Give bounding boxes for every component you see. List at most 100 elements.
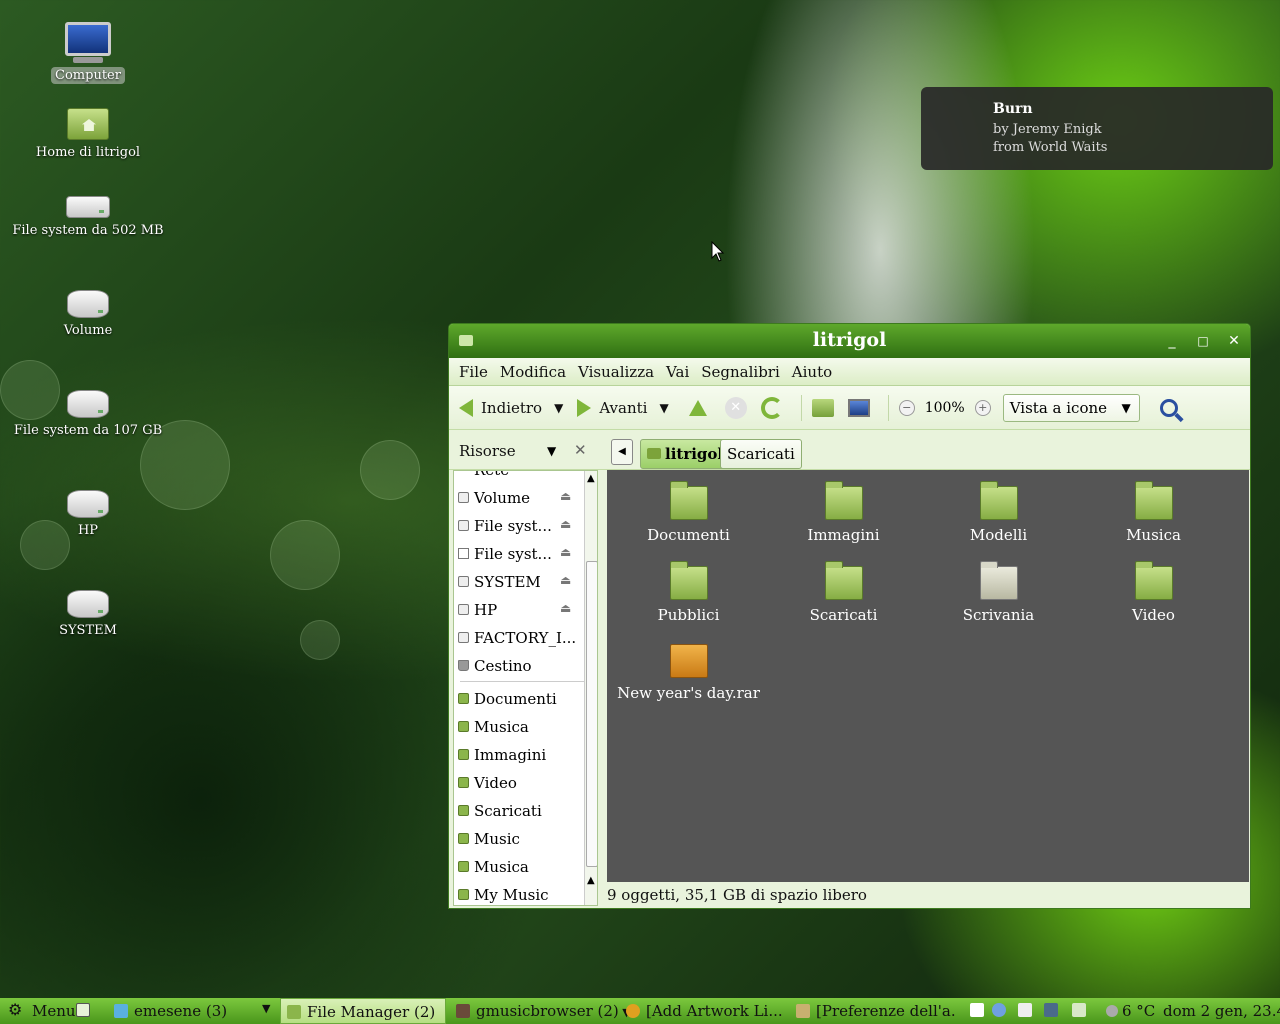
scrollbar-thumb[interactable] xyxy=(586,561,597,867)
file-item-archive[interactable]: New year's day.rar xyxy=(611,644,766,702)
sidebar-item-fs1[interactable]: File syst... ⏏ xyxy=(454,511,597,539)
file-item-video[interactable]: Video xyxy=(1076,561,1231,624)
up-button[interactable] xyxy=(688,399,707,416)
clock[interactable]: dom 2 gen, 23.47 xyxy=(1163,1002,1280,1020)
sidebar-bookmark[interactable]: Video xyxy=(454,768,597,796)
file-item-scrivania[interactable]: Scrivania xyxy=(921,561,1076,624)
drive-icon xyxy=(67,390,109,418)
search-icon[interactable] xyxy=(1159,398,1178,417)
temperature[interactable]: 6 °C xyxy=(1122,1002,1155,1020)
menu-file[interactable]: File xyxy=(453,358,494,385)
side-pane-selector[interactable]: Risorse xyxy=(459,442,516,460)
file-icon-view[interactable]: Documenti Immagini Modelli Musica Pubbli… xyxy=(607,470,1249,882)
back-button[interactable]: Indietro ▼ xyxy=(459,398,563,417)
sidebar-bookmark[interactable]: Musica xyxy=(454,852,597,880)
main-menu-button[interactable]: Menu xyxy=(32,1002,76,1020)
window-titlebar[interactable]: litrigol _ □ ✕ xyxy=(449,324,1250,358)
desktop-icon-system[interactable]: SYSTEM xyxy=(8,590,168,639)
menu-aiuto[interactable]: Aiuto xyxy=(786,358,838,385)
eject-icon[interactable]: ⏏ xyxy=(560,545,571,559)
scroll-down-icon[interactable]: ▲ xyxy=(587,875,595,886)
file-item-scaricati[interactable]: Scaricati xyxy=(766,561,921,624)
file-label: Scrivania xyxy=(962,606,1035,624)
eject-icon[interactable]: ⏏ xyxy=(560,517,571,531)
drive-icon xyxy=(458,576,469,587)
file-label: New year's day.rar xyxy=(617,684,760,702)
sidebar-scrollbar[interactable]: ▲ ▲ xyxy=(584,471,597,905)
sidebar-bookmark[interactable]: My Music xyxy=(454,880,597,905)
file-item-immagini[interactable]: Immagini xyxy=(766,481,921,544)
task-add-artwork[interactable]: [Add Artwork Li... xyxy=(626,998,786,1024)
crumb-scaricati[interactable]: Scaricati xyxy=(720,439,802,469)
sidebar-item-label: SYSTEM xyxy=(474,573,541,591)
sidebar-item-fs2[interactable]: File syst... ⏏ xyxy=(454,539,597,567)
task-file-manager[interactable]: File Manager (2) xyxy=(280,998,446,1024)
close-sidepane-icon[interactable]: ✕ xyxy=(574,441,587,459)
view-mode-select[interactable]: Vista a icone ▼ xyxy=(1002,393,1140,422)
forward-history-dropdown[interactable]: ▼ xyxy=(659,401,668,415)
computer-button[interactable] xyxy=(847,398,870,417)
zoom-out-button[interactable]: − xyxy=(898,399,915,416)
close-button[interactable]: ✕ xyxy=(1225,332,1243,350)
desktop-icon-home[interactable]: Home di litrigol xyxy=(8,108,168,161)
sidebar-bookmark[interactable]: Documenti xyxy=(454,684,597,712)
chevron-down-icon: ▼ xyxy=(262,1002,271,1015)
desktop-icon-fs107[interactable]: File system da 107 GB xyxy=(8,390,168,439)
drive-icon xyxy=(67,290,109,318)
tray-emesene-icon[interactable] xyxy=(970,1001,990,1019)
sidebar-bookmark[interactable]: Music xyxy=(454,824,597,852)
eject-icon[interactable]: ⏏ xyxy=(560,573,571,587)
tray-volume-icon[interactable] xyxy=(1072,1001,1092,1019)
file-item-musica[interactable]: Musica xyxy=(1076,481,1231,544)
file-item-modelli[interactable]: Modelli xyxy=(921,481,1076,544)
gear-icon[interactable]: ⚙ xyxy=(8,1000,22,1019)
scroll-up-icon[interactable]: ▲ xyxy=(587,473,595,484)
sidebar-item-rete[interactable]: Rete xyxy=(454,471,597,483)
home-button[interactable] xyxy=(811,398,834,417)
task-emesene[interactable]: emesene (3) ▼ xyxy=(114,998,278,1024)
path-back-button[interactable]: ◀ xyxy=(611,439,633,465)
tray-shield-icon[interactable] xyxy=(1018,1001,1038,1019)
tray-user-icon[interactable] xyxy=(992,1001,1012,1019)
menu-visualizza[interactable]: Visualizza xyxy=(572,358,660,385)
desktop-icon-volume[interactable]: Volume xyxy=(8,290,168,339)
file-item-documenti[interactable]: Documenti xyxy=(611,481,766,544)
desktop-icon-label: Computer xyxy=(51,67,125,84)
menu-vai[interactable]: Vai xyxy=(660,358,695,385)
menu-segnalibri[interactable]: Segnalibri xyxy=(695,358,786,385)
desktop-icon-computer[interactable]: Computer xyxy=(8,22,168,84)
sidebar-item-cestino[interactable]: Cestino xyxy=(454,651,597,679)
arrow-left-icon xyxy=(459,398,473,417)
chevron-down-icon[interactable]: ▼ xyxy=(547,444,556,458)
minimize-button[interactable]: _ xyxy=(1163,332,1181,350)
forward-button[interactable]: Avanti ▼ xyxy=(577,398,669,417)
task-gmusicbrowser[interactable]: gmusicbrowser (2) ▼ xyxy=(456,998,631,1024)
menu-modifica[interactable]: Modifica xyxy=(494,358,572,385)
preferences-icon xyxy=(796,1004,810,1018)
eject-icon[interactable]: ⏏ xyxy=(560,489,571,503)
sidebar-item-volume[interactable]: Volume ⏏ xyxy=(454,483,597,511)
sidebar-item-system[interactable]: SYSTEM ⏏ xyxy=(454,567,597,595)
sidebar-item-hp[interactable]: HP ⏏ xyxy=(454,595,597,623)
show-desktop-icon[interactable] xyxy=(76,1001,96,1019)
sidebar-bookmark[interactable]: Immagini xyxy=(454,740,597,768)
bokeh xyxy=(300,620,340,660)
desktop-icon-label: Home di litrigol xyxy=(35,145,141,160)
reload-button[interactable] xyxy=(760,396,783,419)
eject-icon[interactable]: ⏏ xyxy=(560,601,571,615)
tray-network-icon[interactable] xyxy=(1044,1001,1064,1019)
stop-button[interactable]: ✕ xyxy=(724,396,747,419)
sidebar-item-factory[interactable]: FACTORY_I... xyxy=(454,623,597,651)
desktop-icon-hp[interactable]: HP xyxy=(8,490,168,539)
zoom-in-button[interactable]: + xyxy=(974,399,991,416)
back-history-dropdown[interactable]: ▼ xyxy=(554,401,563,415)
crumb-litrigol[interactable]: litrigol xyxy=(640,439,731,469)
desktop-icon-fs502[interactable]: File system da 502 MB xyxy=(8,196,168,239)
music-notification[interactable]: Burn by Jeremy Enigk from World Waits xyxy=(921,87,1273,170)
file-item-pubblici[interactable]: Pubblici xyxy=(611,561,766,624)
sidebar-bookmark[interactable]: Scaricati xyxy=(454,796,597,824)
sidebar-bookmark[interactable]: Musica xyxy=(454,712,597,740)
sidebar-item-label: File syst... xyxy=(474,545,552,563)
task-preferenze[interactable]: [Preferenze dell'a... xyxy=(796,998,956,1024)
maximize-button[interactable]: □ xyxy=(1194,332,1212,350)
